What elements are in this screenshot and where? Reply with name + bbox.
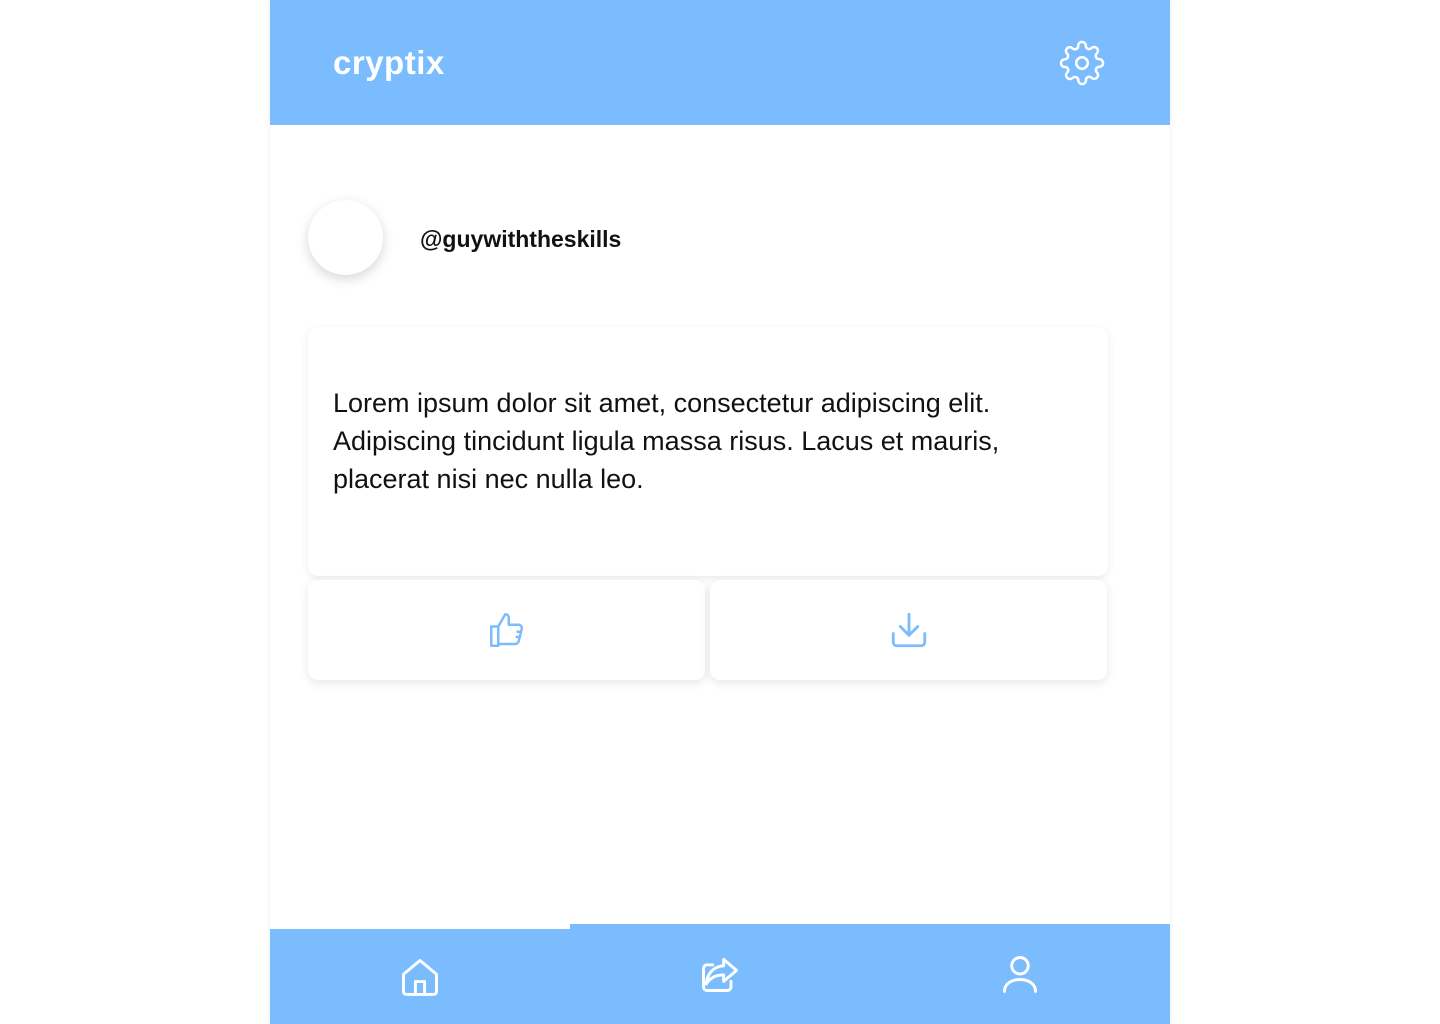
download-button[interactable] (710, 580, 1107, 680)
thumbs-up-icon (489, 613, 523, 647)
app-header: cryptix (270, 0, 1170, 125)
app-logo-text: cryptix (333, 44, 445, 81)
post-card: Lorem ipsum dolor sit amet, consectetur … (308, 327, 1108, 576)
gear-icon (1059, 40, 1105, 86)
nav-home-button[interactable] (270, 929, 570, 1024)
settings-button[interactable] (1058, 39, 1106, 87)
avatar[interactable] (308, 200, 383, 275)
share-icon (702, 957, 738, 992)
like-button[interactable] (308, 580, 705, 680)
app-window: cryptix @guywiththeskills Lorem ipsum do… (270, 0, 1170, 1024)
post-text: Lorem ipsum dolor sit amet, consectetur … (333, 388, 1000, 494)
username-label[interactable]: @guywiththeskills (420, 224, 621, 254)
user-icon (1002, 956, 1038, 993)
download-icon (891, 612, 926, 648)
home-icon (402, 958, 438, 996)
nav-share-button[interactable] (570, 924, 870, 1024)
nav-profile-button[interactable] (870, 924, 1170, 1024)
